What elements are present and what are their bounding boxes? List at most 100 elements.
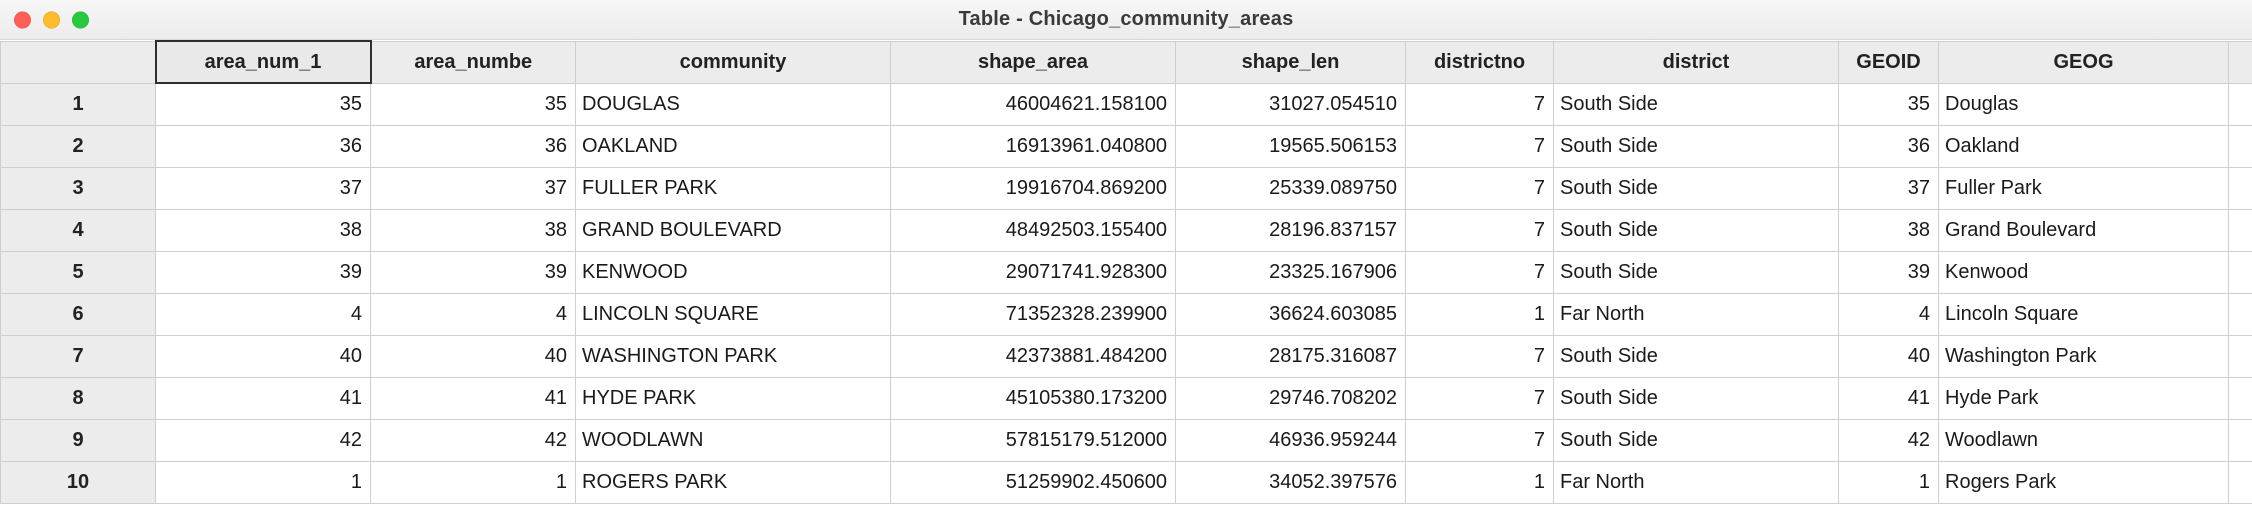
cell[interactable]: Hyde Park	[1939, 377, 2229, 419]
cell[interactable]: 35	[371, 83, 576, 125]
column-header[interactable]: shape_len	[1176, 41, 1406, 83]
cell[interactable]: 28006	[2229, 209, 2252, 251]
cell[interactable]: 35	[156, 83, 371, 125]
cell[interactable]: 44574	[2229, 293, 2252, 335]
cell[interactable]: 16913961.040800	[891, 125, 1176, 167]
cell[interactable]: Far North	[1554, 293, 1839, 335]
cell[interactable]: 1	[1839, 461, 1939, 503]
cell[interactable]: 18363	[2229, 251, 2252, 293]
cell[interactable]: 1	[1406, 461, 1554, 503]
cell[interactable]: 36	[156, 125, 371, 167]
cell[interactable]: Grand Boulevard	[1939, 209, 2229, 251]
cell[interactable]: 39	[371, 251, 576, 293]
cell[interactable]: Rogers Park	[1939, 461, 2229, 503]
row-header[interactable]: 5	[1, 251, 156, 293]
cell[interactable]: DOUGLAS	[576, 83, 891, 125]
cell[interactable]: 46004621.158100	[891, 83, 1176, 125]
cell[interactable]: 29071741.928300	[891, 251, 1176, 293]
cell[interactable]: 7	[1406, 335, 1554, 377]
cell[interactable]: 28175.316087	[1176, 335, 1406, 377]
corner-cell[interactable]	[1, 41, 156, 83]
cell[interactable]: Fuller Park	[1939, 167, 2229, 209]
cell[interactable]: Washington Park	[1939, 335, 2229, 377]
cell[interactable]: 37	[371, 167, 576, 209]
cell[interactable]: Woodlawn	[1939, 419, 2229, 461]
cell[interactable]: 37	[156, 167, 371, 209]
cell[interactable]: South Side	[1554, 335, 1839, 377]
row-header[interactable]: 2	[1, 125, 156, 167]
cell[interactable]: 38	[156, 209, 371, 251]
row-header[interactable]: 6	[1, 293, 156, 335]
cell[interactable]: 41	[371, 377, 576, 419]
cell[interactable]: 41	[156, 377, 371, 419]
row-header[interactable]: 4	[1, 209, 156, 251]
cell[interactable]: 46936.959244	[1176, 419, 1406, 461]
cell[interactable]: South Side	[1554, 419, 1839, 461]
cell[interactable]: 38	[1839, 209, 1939, 251]
cell[interactable]: 36624.603085	[1176, 293, 1406, 335]
cell[interactable]: 27086	[2229, 419, 2252, 461]
cell[interactable]: LINCOLN SQUARE	[576, 293, 891, 335]
cell[interactable]: 26470	[2229, 83, 2252, 125]
cell[interactable]: 39	[1839, 251, 1939, 293]
table-row[interactable]: 94242WOODLAWN57815179.51200046936.959244…	[1, 419, 2252, 461]
column-header[interactable]: area_numbe	[371, 41, 576, 83]
column-header[interactable]: shape_area	[891, 41, 1176, 83]
cell[interactable]: 14146	[2229, 335, 2252, 377]
cell[interactable]: 29746.708202	[1176, 377, 1406, 419]
cell[interactable]: 71352328.239900	[891, 293, 1176, 335]
cell[interactable]: South Side	[1554, 83, 1839, 125]
cell[interactable]: 40	[1839, 335, 1939, 377]
column-header[interactable]: area_num_1	[156, 41, 371, 83]
cell[interactable]: 42373881.484200	[891, 335, 1176, 377]
titlebar[interactable]: Table - Chicago_community_areas	[0, 0, 2252, 40]
cell[interactable]: South Side	[1554, 125, 1839, 167]
cell[interactable]: 39	[156, 251, 371, 293]
cell[interactable]: 7	[1406, 167, 1554, 209]
cell[interactable]: 57815179.512000	[891, 419, 1176, 461]
cell[interactable]: 36	[1839, 125, 1939, 167]
row-header[interactable]: 10	[1, 461, 156, 503]
cell[interactable]: 1	[371, 461, 576, 503]
cell[interactable]: 7	[1406, 209, 1554, 251]
cell[interactable]: 37	[1839, 167, 1939, 209]
close-icon[interactable]	[14, 11, 31, 28]
table-row[interactable]: 23636OAKLAND16913961.04080019565.5061537…	[1, 125, 2252, 167]
cell[interactable]: 40	[156, 335, 371, 377]
minimize-icon[interactable]	[43, 11, 60, 28]
cell[interactable]: 7	[1406, 377, 1554, 419]
column-header[interactable]: community	[576, 41, 891, 83]
cell[interactable]: 48492503.155400	[891, 209, 1176, 251]
table-row[interactable]: 33737FULLER PARK19916704.86920025339.089…	[1, 167, 2252, 209]
table-row[interactable]: 13535DOUGLAS46004621.15810031027.0545107…	[1, 83, 2252, 125]
cell[interactable]: 4	[371, 293, 576, 335]
table-row[interactable]: 84141HYDE PARK45105380.17320029746.70820…	[1, 377, 2252, 419]
cell[interactable]: 45105380.173200	[891, 377, 1176, 419]
cell[interactable]: 28196.837157	[1176, 209, 1406, 251]
column-header[interactable]: district	[1554, 41, 1839, 83]
cell[interactable]: 7	[1406, 419, 1554, 461]
table-row[interactable]: 74040WASHINGTON PARK42373881.48420028175…	[1, 335, 2252, 377]
data-table[interactable]: area_num_1area_numbecommunityshape_areas…	[0, 40, 2252, 504]
cell[interactable]: South Side	[1554, 209, 1839, 251]
cell[interactable]: 1	[1406, 293, 1554, 335]
cell[interactable]: 23325.167906	[1176, 251, 1406, 293]
column-header[interactable]: districtno	[1406, 41, 1554, 83]
table-row[interactable]: 644LINCOLN SQUARE71352328.23990036624.60…	[1, 293, 2252, 335]
column-header[interactable]: GEOG	[1939, 41, 2229, 83]
cell[interactable]: GRAND BOULEVARD	[576, 209, 891, 251]
cell[interactable]: ROGERS PARK	[576, 461, 891, 503]
cell[interactable]: 7	[1406, 83, 1554, 125]
cell[interactable]: 36	[371, 125, 576, 167]
cell[interactable]: 19565.506153	[1176, 125, 1406, 167]
cell[interactable]: 4	[156, 293, 371, 335]
cell[interactable]: 42	[1839, 419, 1939, 461]
cell[interactable]: 40	[371, 335, 576, 377]
row-header[interactable]: 8	[1, 377, 156, 419]
column-header[interactable]: GEOID	[1839, 41, 1939, 83]
cell[interactable]: Oakland	[1939, 125, 2229, 167]
cell[interactable]: Far North	[1554, 461, 1839, 503]
cell[interactable]: HYDE PARK	[576, 377, 891, 419]
cell[interactable]: South Side	[1554, 167, 1839, 209]
cell[interactable]: WOODLAWN	[576, 419, 891, 461]
